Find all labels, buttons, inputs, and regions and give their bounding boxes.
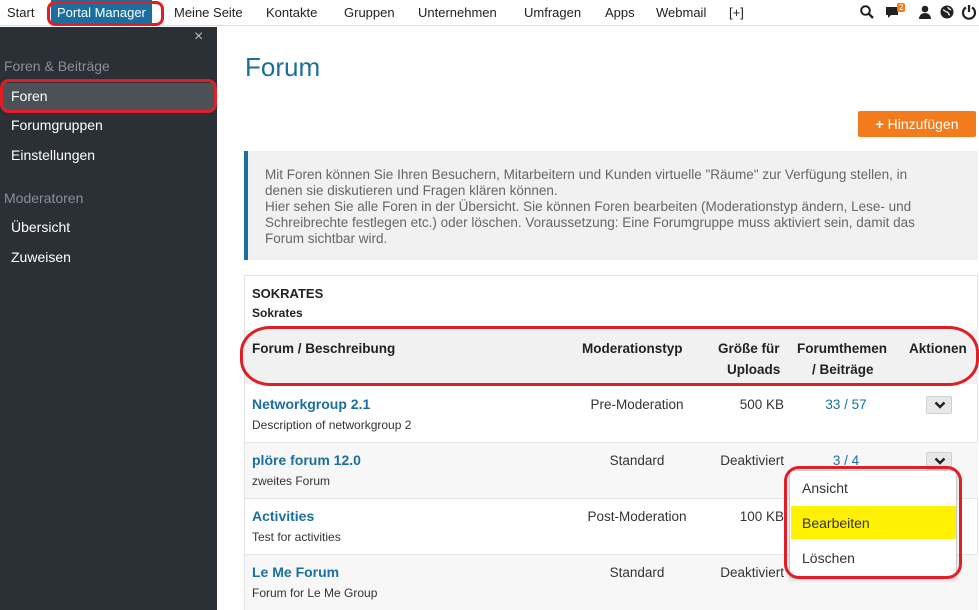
sidebar-section-forums: Foren & Beiträge (4, 58, 110, 74)
chevron-down-icon (934, 401, 946, 409)
highlight-foren (0, 79, 217, 113)
chevron-down-icon (934, 457, 946, 465)
nav-kontakte[interactable]: Kontakte (266, 0, 317, 25)
forum-moderation: Standard (609, 453, 665, 468)
notification-badge: 2 (897, 3, 906, 12)
page-title: Forum (245, 52, 321, 82)
forum-description: Description of networkgroup 2 (252, 418, 412, 432)
nav-apps[interactable]: Apps (605, 0, 635, 25)
globe-icon[interactable] (939, 4, 955, 20)
sidebar-item-uebersicht[interactable]: Übersicht (11, 219, 70, 235)
plus-icon: + (875, 116, 884, 132)
nav-start[interactable]: Start (7, 0, 34, 25)
forum-moderation: Standard (609, 565, 665, 580)
sidebar-item-einstellungen[interactable]: Einstellungen (11, 147, 95, 163)
nav-umfragen[interactable]: Umfragen (524, 0, 581, 25)
nav-webmail[interactable]: Webmail (656, 0, 706, 25)
nav-unternehmen[interactable]: Unternehmen (418, 0, 497, 25)
forum-name[interactable]: Le Me Forum (252, 564, 339, 580)
forum-name[interactable]: Activities (252, 508, 314, 524)
sidebar-item-zuweisen[interactable]: Zuweisen (11, 249, 71, 265)
group-title: SOKRATES (252, 286, 324, 301)
info-line: denen sie diskutieren und Fragen klären … (265, 183, 558, 198)
info-box: Mit Foren können Sie Ihren Besuchern, Mi… (244, 151, 978, 260)
forum-moderation: Post-Moderation (587, 509, 687, 524)
add-button-label: Hinzufügen (887, 116, 959, 132)
forum-description: Forum for Le Me Group (252, 586, 378, 600)
power-icon[interactable] (961, 4, 977, 20)
user-icon[interactable] (917, 4, 933, 20)
sidebar-section-moderators: Moderatoren (4, 190, 84, 206)
search-icon[interactable] (859, 4, 875, 20)
close-icon[interactable]: × (194, 28, 203, 46)
info-line: Forum sichtbar wird. (265, 231, 388, 246)
forum-name[interactable]: Networkgroup 2.1 (252, 396, 370, 412)
info-line: Mit Foren können Sie Ihren Besuchern, Mi… (265, 167, 908, 182)
nav-add-more[interactable]: [+] (729, 0, 744, 25)
forum-topic-count[interactable]: 33 / 57 (801, 397, 891, 412)
group-subtitle: Sokrates (252, 306, 303, 320)
actions-button[interactable] (926, 396, 952, 414)
sidebar-item-forumgruppen[interactable]: Forumgruppen (11, 117, 103, 133)
forum-upload-size: 500 KB (739, 397, 784, 412)
add-button[interactable]: + Hinzufügen (858, 111, 976, 137)
forum-upload-size: Deaktiviert (720, 453, 784, 468)
highlight-table-header (240, 326, 979, 386)
forum-name[interactable]: plöre forum 12.0 (252, 452, 361, 468)
forum-upload-size: 100 KB (739, 509, 784, 524)
info-line: Schreibrechte festlegen etc.) oder lösch… (265, 215, 915, 230)
sidebar (0, 27, 217, 610)
forum-upload-size: Deaktiviert (720, 565, 784, 580)
forum-moderation: Pre-Moderation (590, 397, 684, 412)
nav-gruppen[interactable]: Gruppen (344, 0, 395, 25)
forum-description: Test for activities (252, 530, 341, 544)
nav-meine-seite[interactable]: Meine Seite (174, 0, 243, 25)
highlight-portal-manager (47, 1, 164, 26)
highlight-dropdown (784, 466, 962, 579)
info-line: Hier sehen Sie alle Foren in der Übersic… (265, 199, 912, 214)
forum-description: zweites Forum (252, 474, 331, 488)
